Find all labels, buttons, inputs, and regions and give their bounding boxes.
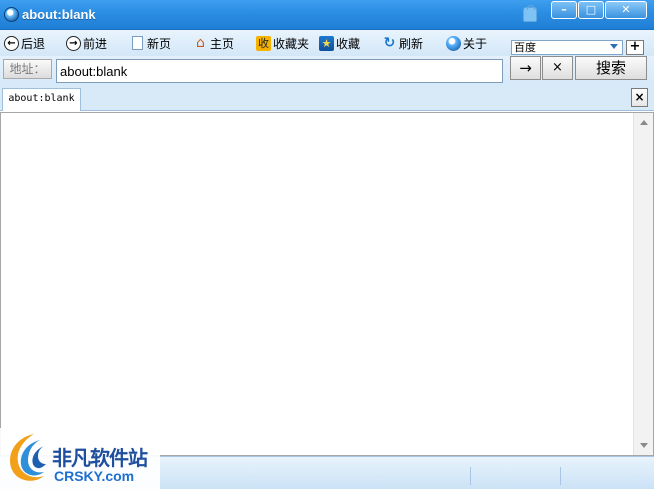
address-bar: 地址： → × 搜索 xyxy=(0,56,654,86)
add-engine-button[interactable]: + xyxy=(626,40,644,55)
minimize-button[interactable]: – xyxy=(551,1,577,19)
status-divider xyxy=(560,467,561,485)
new-page-button[interactable]: 新页 xyxy=(130,33,171,53)
new-page-icon xyxy=(132,36,143,50)
forward-label: 前进 xyxy=(83,36,108,51)
about-button[interactable]: 关于 xyxy=(446,33,487,53)
chevron-down-icon xyxy=(610,44,618,49)
refresh-button[interactable]: ↻ 刷新 xyxy=(382,33,423,53)
about-label: 关于 xyxy=(463,36,488,51)
address-label: 地址： xyxy=(3,59,52,79)
home-button[interactable]: ⌂ 主页 xyxy=(193,33,234,53)
about-globe-icon xyxy=(446,35,461,51)
home-icon: ⌂ xyxy=(196,34,205,51)
search-engine-select[interactable]: 百度 xyxy=(511,40,623,55)
tab-bar: about:blank × xyxy=(0,86,654,111)
scroll-down-icon[interactable] xyxy=(640,443,648,448)
search-button[interactable]: 搜索 xyxy=(575,56,647,80)
status-divider xyxy=(470,467,471,485)
back-button[interactable]: ← 后退 xyxy=(4,33,45,53)
watermark-english-text: CRSKY.com xyxy=(54,468,135,484)
app-logo-icon xyxy=(4,7,19,22)
back-label: 后退 xyxy=(21,36,46,51)
title-bar: about:blank – □ ✕ xyxy=(0,0,654,30)
favorites-folder-icon: 收 xyxy=(256,35,271,51)
favorites-button[interactable]: 收 收藏夹 xyxy=(256,33,309,53)
address-input[interactable] xyxy=(56,59,503,83)
favorites-label: 收藏夹 xyxy=(273,36,310,51)
search-engine-value: 百度 xyxy=(514,41,536,54)
page-content[interactable] xyxy=(0,112,654,456)
skin-shirt-icon[interactable] xyxy=(523,5,537,22)
vertical-scrollbar[interactable] xyxy=(633,113,653,455)
tab-close-button[interactable]: × xyxy=(631,88,648,107)
close-button[interactable]: ✕ xyxy=(605,1,647,19)
refresh-icon: ↻ xyxy=(383,34,396,51)
home-label: 主页 xyxy=(210,36,235,51)
refresh-label: 刷新 xyxy=(399,36,424,51)
add-favorite-button[interactable]: ★ 收藏 xyxy=(319,33,360,53)
crsky-swirl-icon xyxy=(10,434,46,481)
go-button[interactable]: → xyxy=(510,56,541,80)
watermark-logo: 非凡软件站 CRSKY.com xyxy=(0,428,160,489)
new-page-label: 新页 xyxy=(147,36,172,51)
watermark-chinese-text: 非凡软件站 xyxy=(52,446,148,470)
window-title: about:blank xyxy=(22,7,96,22)
tab-about-blank[interactable]: about:blank xyxy=(2,88,81,111)
stop-button[interactable]: × xyxy=(542,56,573,80)
add-favorite-icon: ★ xyxy=(319,35,334,51)
back-arrow-icon: ← xyxy=(4,35,19,51)
scroll-up-icon[interactable] xyxy=(640,120,648,125)
forward-button[interactable]: → 前进 xyxy=(66,33,107,53)
maximize-button[interactable]: □ xyxy=(578,1,604,19)
forward-arrow-icon: → xyxy=(66,35,81,51)
add-favorite-label: 收藏 xyxy=(336,36,361,51)
